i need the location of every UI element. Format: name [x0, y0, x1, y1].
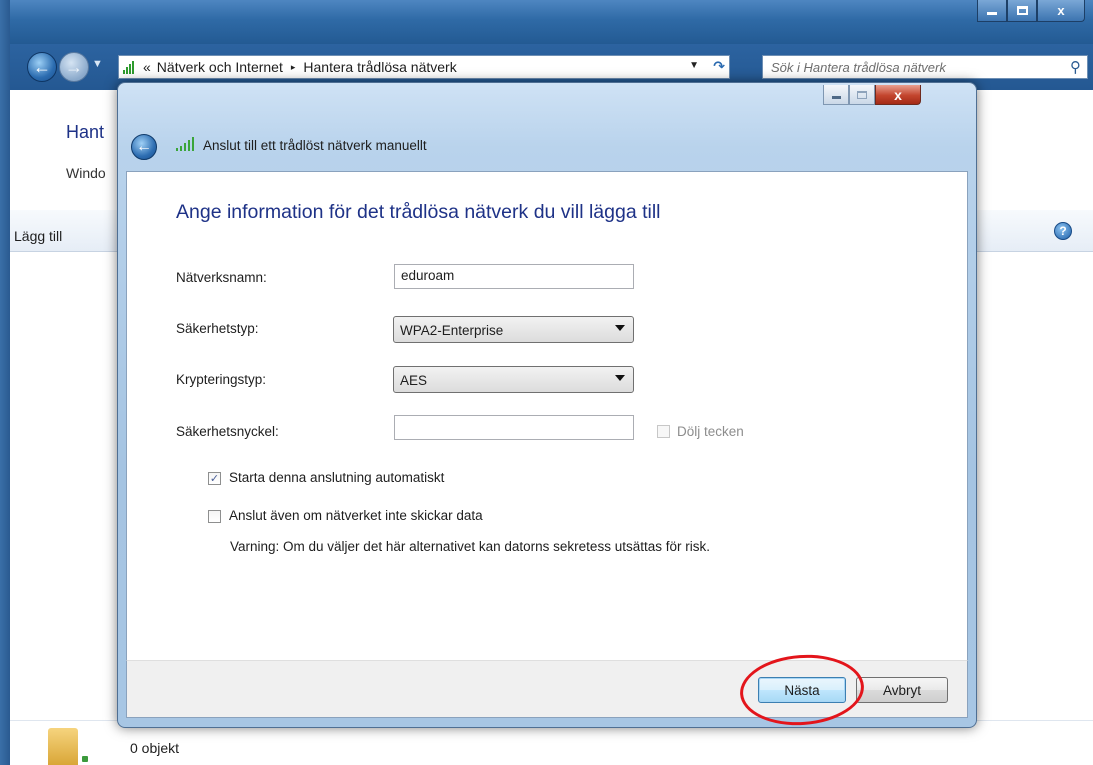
dialog-title: Anslut till ett trådlöst nätverk manuell…	[203, 138, 427, 153]
privacy-warning: Varning: Om du väljer det här alternativ…	[230, 539, 710, 554]
item-count: 0 objekt	[130, 740, 180, 756]
dialog-back-button[interactable]: ←	[131, 134, 157, 160]
encryption-type-label: Krypteringstyp:	[176, 372, 267, 387]
security-type-select[interactable]: WPA2-Enterprise	[393, 316, 634, 343]
connect-even-label: Anslut även om nätverket inte skickar da…	[229, 508, 483, 523]
cancel-button[interactable]: Avbryt	[856, 677, 948, 703]
explorer-heading: Hant	[66, 122, 105, 142]
add-network-button[interactable]: Lägg till	[14, 228, 62, 244]
recent-pages-chevron-icon[interactable]: ▼	[92, 58, 103, 70]
close-icon: x	[894, 86, 902, 103]
forward-arrow-icon[interactable]: →	[59, 52, 89, 82]
dialog-close-button[interactable]: x	[875, 85, 921, 105]
network-name-input[interactable]: eduroam	[394, 264, 634, 289]
breadcrumb-separator[interactable]: ▸	[291, 62, 296, 73]
chevron-down-icon	[615, 325, 625, 331]
hide-characters-label: Dölj tecken	[677, 424, 744, 439]
address-overflow[interactable]: «	[143, 59, 151, 75]
breadcrumb-manage-wireless[interactable]: Hantera trådlösa nätverk	[303, 59, 456, 75]
security-type-value: WPA2-Enterprise	[400, 323, 504, 338]
chevron-down-icon	[615, 375, 625, 381]
hide-characters-checkbox[interactable]	[657, 425, 670, 438]
maximize-icon	[1016, 6, 1028, 15]
dialog-minimize-button[interactable]	[823, 85, 849, 105]
network-icon	[123, 60, 139, 74]
main-instruction: Ange information för det trådlösa nätver…	[176, 201, 661, 223]
back-arrow-icon[interactable]: ←	[27, 52, 57, 82]
maximize-icon	[857, 90, 867, 99]
dialog-maximize-button[interactable]	[849, 85, 875, 105]
minimize-icon	[987, 12, 997, 15]
encryption-type-value: AES	[400, 373, 428, 388]
address-bar[interactable]: « Nätverk och Internet ▸ Hantera trådlös…	[118, 55, 730, 79]
auto-start-label: Starta denna anslutning automatiskt	[229, 470, 445, 485]
close-button[interactable]: x	[1037, 0, 1085, 22]
security-type-label: Säkerhetstyp:	[176, 321, 259, 336]
network-name-label: Nätverksnamn:	[176, 270, 267, 285]
auto-start-checkbox[interactable]: ✓	[208, 472, 221, 485]
explorer-titlebar: x	[10, 0, 1093, 44]
close-icon: x	[1057, 3, 1065, 18]
refresh-icon[interactable]: ↷	[713, 58, 725, 75]
back-arrow-icon: ←	[136, 138, 152, 155]
search-input[interactable]: Sök i Hantera trådlösa nätverk ⚲	[762, 55, 1088, 79]
encryption-type-select[interactable]: AES	[393, 366, 634, 393]
dialog-caption-buttons: x	[823, 85, 921, 105]
connect-even-checkbox[interactable]	[208, 510, 221, 523]
wireless-signal-icon	[176, 137, 198, 151]
address-dropdown-icon[interactable]: ▼	[689, 60, 699, 71]
explorer-subtext: Windo	[66, 165, 106, 181]
minimize-button[interactable]	[977, 0, 1007, 22]
folder-icon	[48, 728, 88, 765]
window-edge	[0, 0, 10, 765]
checkmark-icon: ✓	[209, 473, 220, 485]
security-key-input[interactable]	[394, 415, 634, 440]
minimize-icon	[831, 96, 841, 99]
help-icon[interactable]: ?	[1054, 222, 1072, 240]
explorer-caption-buttons: x	[977, 0, 1085, 22]
maximize-button[interactable]	[1007, 0, 1037, 22]
security-key-label: Säkerhetsnyckel:	[176, 424, 279, 439]
breadcrumb-network-internet[interactable]: Nätverk och Internet	[157, 59, 283, 75]
search-icon[interactable]: ⚲	[1070, 58, 1081, 76]
search-placeholder: Sök i Hantera trådlösa nätverk	[771, 59, 946, 75]
